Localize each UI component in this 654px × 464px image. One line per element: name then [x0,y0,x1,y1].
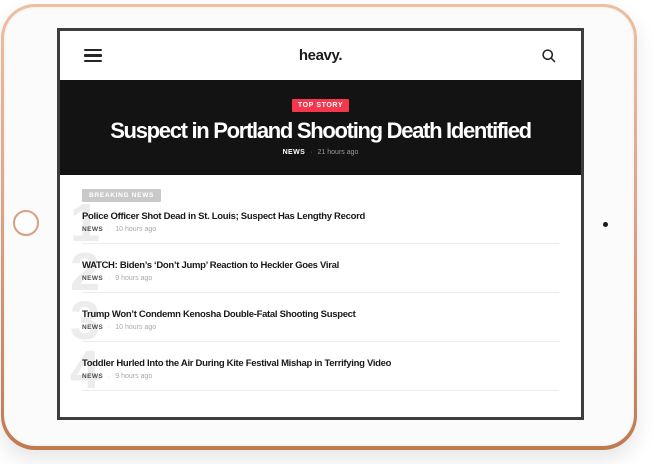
news-timestamp: 9 hours ago [115,275,152,282]
meta-separator: · [310,149,312,156]
top-story-badge: TOP STORY [292,99,349,112]
news-headline[interactable]: Police Officer Shot Dead in St. Louis; S… [82,211,559,223]
tablet-screen: heavy. TOP STORY Suspect in Portland Sho… [57,28,584,420]
news-category: NEWS [82,275,103,282]
news-category: NEWS [82,226,103,233]
search-icon[interactable] [540,47,557,64]
rank-number: 2 [70,252,100,292]
top-story-hero: TOP STORY Suspect in Portland Shooting D… [60,80,581,175]
news-headline[interactable]: Toddler Hurled Into the Air During Kite … [82,358,559,370]
meta-separator: · [108,275,110,282]
meta-separator: · [108,373,110,380]
rank-number: 1 [70,203,100,243]
news-list-item: 4 Toddler Hurled Into the Air During Kit… [82,358,559,391]
news-headline[interactable]: Trump Won’t Condemn Kenosha Double-Fatal… [82,309,559,321]
page-canvas: heavy. TOP STORY Suspect in Portland Sho… [0,0,654,464]
meta-separator: · [108,226,110,233]
news-category: NEWS [82,324,103,331]
hamburger-menu-icon[interactable] [84,49,102,62]
news-list-item: 1 Police Officer Shot Dead in St. Louis;… [82,211,559,244]
site-header: heavy. [60,31,581,80]
top-story-headline[interactable]: Suspect in Portland Shooting Death Ident… [110,118,531,144]
news-category: NEWS [82,373,103,380]
news-meta: NEWS · 10 hours ago [82,324,559,331]
site-logo[interactable]: heavy. [299,47,342,64]
news-meta: NEWS · 9 hours ago [82,275,559,282]
news-timestamp: 10 hours ago [115,324,156,331]
meta-separator: · [108,324,110,331]
news-timestamp: 9 hours ago [115,373,152,380]
news-list-item: 2 WATCH: Biden’s ‘Don’t Jump’ Reaction t… [82,260,559,293]
breaking-news-section: BREAKING NEWS 1 Police Officer Shot Dead… [60,175,581,391]
news-timestamp: 10 hours ago [115,226,156,233]
news-meta: NEWS · 10 hours ago [82,226,559,233]
top-story-category: NEWS [283,149,306,156]
rank-number: 4 [70,350,100,390]
top-story-meta: NEWS · 21 hours ago [283,149,359,156]
news-meta: NEWS · 9 hours ago [82,373,559,380]
news-list-item: 3 Trump Won’t Condemn Kenosha Double-Fat… [82,309,559,342]
camera-icon [603,222,608,227]
top-story-timestamp: 21 hours ago [318,149,359,156]
news-headline[interactable]: WATCH: Biden’s ‘Don’t Jump’ Reaction to … [82,260,559,272]
home-button [13,210,39,236]
rank-number: 3 [70,301,100,341]
